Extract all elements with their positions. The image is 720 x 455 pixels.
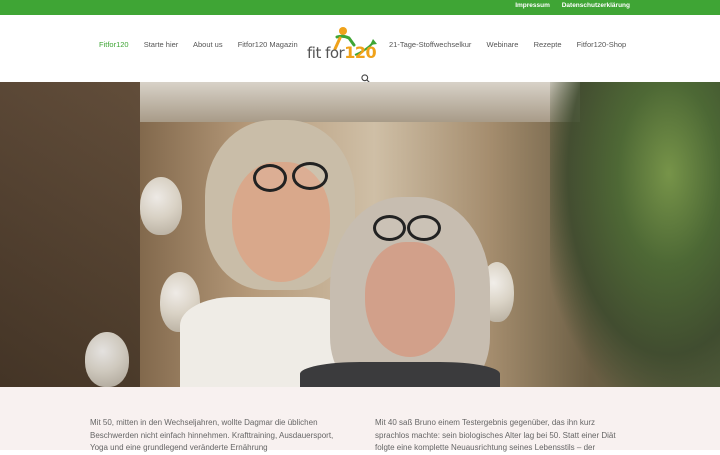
- hero-roof: [140, 82, 580, 122]
- nav-item-magazin[interactable]: Fitfor120 Magazin: [238, 40, 298, 49]
- nav-item-webinare[interactable]: Webinare: [487, 40, 519, 49]
- nav-item-fitfor120[interactable]: Fitfor120: [99, 40, 129, 49]
- hero-image: [0, 82, 720, 387]
- site-logo[interactable]: fit for120: [307, 25, 379, 69]
- nav-item-stoffwechselkur[interactable]: 21-Tage-Stoffwechselkur: [389, 40, 471, 49]
- woman-glasses: [407, 215, 441, 241]
- woman-glasses: [373, 215, 406, 241]
- datenschutz-link[interactable]: Datenschutzerklärung: [562, 2, 630, 9]
- man-glasses: [292, 162, 328, 190]
- intro-text-dagmar: Mit 50, mitten in den Wechseljahren, wol…: [90, 418, 334, 452]
- hero-lightbulb: [85, 332, 129, 387]
- impressum-link[interactable]: Impressum: [515, 2, 550, 9]
- nav-item-about-us[interactable]: About us: [193, 40, 223, 49]
- intro-section: Mit 50, mitten in den Wechseljahren, wol…: [0, 387, 720, 452]
- woman-face: [365, 242, 455, 357]
- intro-text-bruno: Mit 40 saß Bruno einem Testergebnis gege…: [375, 418, 616, 452]
- logo-number: 120: [344, 43, 377, 62]
- nav-item-rezepte[interactable]: Rezepte: [534, 40, 562, 49]
- logo-wordmark: fit for: [307, 44, 345, 62]
- nav-item-shop[interactable]: Fitfor120-Shop: [577, 40, 627, 49]
- site-header: Fitfor120 Starte hier About us Fitfor120…: [0, 15, 720, 83]
- top-links: Impressum Datenschutzerklärung: [505, 2, 630, 9]
- nav-item-starte-hier[interactable]: Starte hier: [144, 40, 179, 49]
- top-bar: Impressum Datenschutzerklärung: [0, 0, 720, 15]
- logo-text: fit for120: [307, 43, 377, 62]
- main-nav-left: Fitfor120 Starte hier About us Fitfor120…: [99, 40, 311, 49]
- hero-lightbulb: [140, 177, 182, 235]
- woman-shirt: [300, 362, 500, 387]
- main-nav-right: 21-Tage-Stoffwechselkur Webinare Rezepte…: [389, 40, 639, 49]
- man-glasses: [253, 164, 287, 192]
- hero-plants: [550, 82, 720, 387]
